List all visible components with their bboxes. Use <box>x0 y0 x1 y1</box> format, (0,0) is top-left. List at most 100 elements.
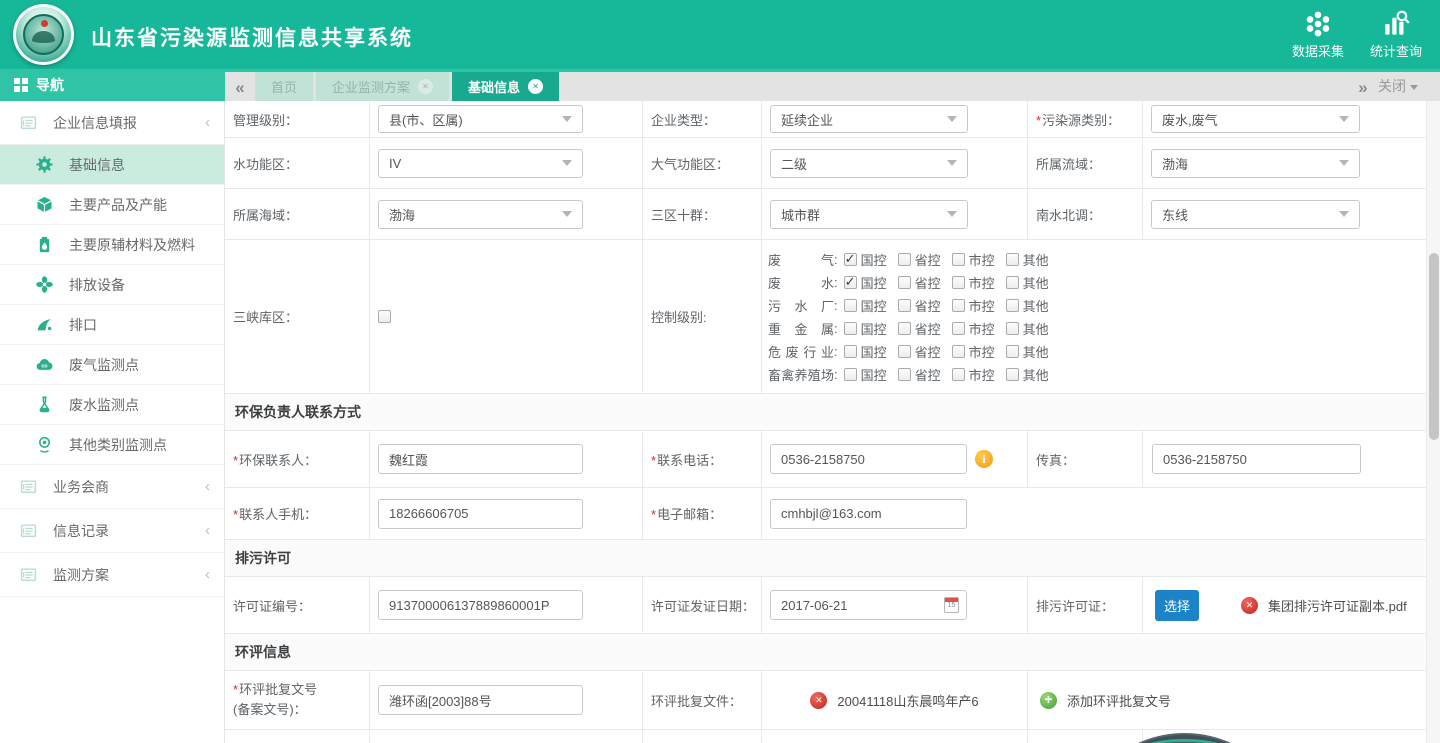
management-level-select[interactable]: 县(市、区属) <box>378 105 583 133</box>
checkbox-unchecked-icon[interactable] <box>952 299 965 312</box>
sea-area-select[interactable]: 渤海 <box>378 200 583 229</box>
tab-basic-info[interactable]: 基础信息 <box>452 72 559 101</box>
sidebar-item-outlets[interactable]: 排口 <box>0 305 224 345</box>
sidebar-item-emission-equipment[interactable]: 排放设备 <box>0 265 224 305</box>
sidebar-item-waste-water-points[interactable]: 废水监测点 <box>0 385 224 425</box>
checkbox-unchecked-icon[interactable] <box>1006 322 1019 335</box>
checkbox-unchecked-icon[interactable] <box>844 322 857 335</box>
phone-info-icon[interactable]: i <box>975 450 993 468</box>
air-function-zone-select[interactable]: 二级 <box>770 149 968 178</box>
control-level-option[interactable]: 国控 <box>844 296 887 315</box>
checkbox-unchecked-icon[interactable] <box>1006 345 1019 358</box>
stats-query-button[interactable]: 统计查询 <box>1370 9 1422 60</box>
water-function-zone-select[interactable]: IV <box>378 149 583 178</box>
env-contact-input[interactable] <box>378 444 583 474</box>
checkbox-unchecked-icon[interactable] <box>898 276 911 289</box>
sidebar-item-waste-gas-points[interactable]: co 废气监测点 <box>0 345 224 385</box>
sidebar-item-main-products[interactable]: 主要产品及产能 <box>0 185 224 225</box>
calendar-icon[interactable] <box>944 597 959 613</box>
tab-home[interactable]: 首页 <box>255 72 313 101</box>
control-level-option[interactable]: 其他 <box>1006 273 1049 292</box>
email-input[interactable] <box>770 499 967 529</box>
river-basin-select[interactable]: 渤海 <box>1151 149 1360 178</box>
checkbox-unchecked-icon[interactable] <box>952 322 965 335</box>
control-level-option[interactable]: 市控 <box>952 342 995 361</box>
scrollbar-thumb[interactable] <box>1429 253 1439 440</box>
control-level-option[interactable]: 其他 <box>1006 342 1049 361</box>
fax-input[interactable] <box>1152 444 1361 474</box>
checkbox-unchecked-icon[interactable] <box>844 368 857 381</box>
control-level-option[interactable]: 省控 <box>898 342 941 361</box>
data-collection-button[interactable]: 数据采集 <box>1292 9 1344 60</box>
control-level-option[interactable]: 市控 <box>952 273 995 292</box>
checkbox-unchecked-icon[interactable] <box>898 299 911 312</box>
checkbox-unchecked-icon[interactable] <box>1006 299 1019 312</box>
control-level-option[interactable]: 省控 <box>898 365 941 384</box>
eia-approval-number-input[interactable] <box>378 685 583 715</box>
checkbox-checked-icon[interactable] <box>844 253 857 266</box>
checkbox-unchecked-icon[interactable] <box>898 322 911 335</box>
control-level-option[interactable]: 国控 <box>844 319 887 338</box>
control-level-option[interactable]: 国控 <box>844 365 887 384</box>
sidebar-item-other-monitoring-points[interactable]: 其他类别监测点 <box>0 425 224 465</box>
three-gorges-checkbox[interactable] <box>378 310 391 323</box>
sidebar-item-basic-info[interactable]: 基础信息 <box>0 145 224 185</box>
checkbox-unchecked-icon[interactable] <box>898 253 911 266</box>
control-level-option[interactable]: 其他 <box>1006 319 1049 338</box>
control-level-option[interactable]: 市控 <box>952 319 995 338</box>
checkbox-unchecked-icon[interactable] <box>844 345 857 358</box>
three-zones-ten-clusters-select[interactable]: 城市群 <box>770 200 968 229</box>
sidebar-item-business-consultation[interactable]: 业务会商 <box>0 465 224 509</box>
control-level-option[interactable]: 国控 <box>844 342 887 361</box>
add-eia-approval-link[interactable]: 添加环评批复文号 <box>1067 691 1171 710</box>
permit-file-name[interactable]: 集团排污许可证副本.pdf <box>1268 596 1407 615</box>
tab-plan-close-icon[interactable] <box>418 79 433 94</box>
enterprise-type-select[interactable]: 延续企业 <box>770 105 968 133</box>
sidebar-item-enterprise-info[interactable]: 企业信息填报 <box>0 101 224 145</box>
control-level-option[interactable]: 其他 <box>1006 250 1049 269</box>
control-level-option[interactable]: 市控 <box>952 250 995 269</box>
control-level-option[interactable]: 其他 <box>1006 296 1049 315</box>
checkbox-unchecked-icon[interactable] <box>898 368 911 381</box>
pollution-source-type-select[interactable]: 废水,废气 <box>1151 105 1360 133</box>
tab-basic-close-icon[interactable] <box>528 79 543 94</box>
checkbox-unchecked-icon[interactable] <box>1006 253 1019 266</box>
permit-issue-date-input[interactable] <box>770 590 967 620</box>
tabs-scroll-right-button[interactable] <box>1348 75 1378 101</box>
choose-file-button[interactable]: 选择 <box>1155 590 1199 621</box>
permit-number-input[interactable] <box>378 590 583 620</box>
contact-phone-input[interactable] <box>770 444 967 474</box>
add-eia-approval-icon[interactable] <box>1040 692 1057 709</box>
control-level-option[interactable]: 市控 <box>952 365 995 384</box>
eia-file-name[interactable]: 20041118山东晨鸣年产6 <box>837 691 978 710</box>
sidebar-item-monitoring-plan[interactable]: 监测方案 <box>0 553 224 597</box>
checkbox-unchecked-icon[interactable] <box>898 345 911 358</box>
checkbox-unchecked-icon[interactable] <box>1006 368 1019 381</box>
tab-enterprise-monitoring-plan[interactable]: 企业监测方案 <box>316 72 449 101</box>
checkbox-unchecked-icon[interactable] <box>952 368 965 381</box>
tabs-scroll-left-button[interactable] <box>225 75 255 101</box>
control-level-option[interactable]: 省控 <box>898 319 941 338</box>
checkbox-unchecked-icon[interactable] <box>952 253 965 266</box>
south-north-water-select[interactable]: 东线 <box>1151 200 1360 229</box>
sidebar-item-raw-materials-fuel[interactable]: 主要原辅材料及燃料 <box>0 225 224 265</box>
form-row: *联系人手机： *电子邮箱： <box>225 488 1440 540</box>
close-tabs-menu[interactable]: 关闭 <box>1378 72 1418 101</box>
control-level-option[interactable]: 省控 <box>898 273 941 292</box>
control-level-option[interactable]: 其他 <box>1006 365 1049 384</box>
sidebar-item-info-records[interactable]: 信息记录 <box>0 509 224 553</box>
checkbox-unchecked-icon[interactable] <box>844 299 857 312</box>
checkbox-checked-icon[interactable] <box>844 276 857 289</box>
mobile-input[interactable] <box>378 499 583 529</box>
control-level-option[interactable]: 国控 <box>844 250 887 269</box>
control-level-option[interactable]: 市控 <box>952 296 995 315</box>
checkbox-unchecked-icon[interactable] <box>952 276 965 289</box>
control-level-option-label: 省控 <box>915 342 941 361</box>
delete-eia-file-icon[interactable] <box>810 692 827 709</box>
delete-permit-file-icon[interactable] <box>1241 597 1258 614</box>
control-level-option[interactable]: 省控 <box>898 296 941 315</box>
checkbox-unchecked-icon[interactable] <box>1006 276 1019 289</box>
checkbox-unchecked-icon[interactable] <box>952 345 965 358</box>
control-level-option[interactable]: 省控 <box>898 250 941 269</box>
control-level-option[interactable]: 国控 <box>844 273 887 292</box>
